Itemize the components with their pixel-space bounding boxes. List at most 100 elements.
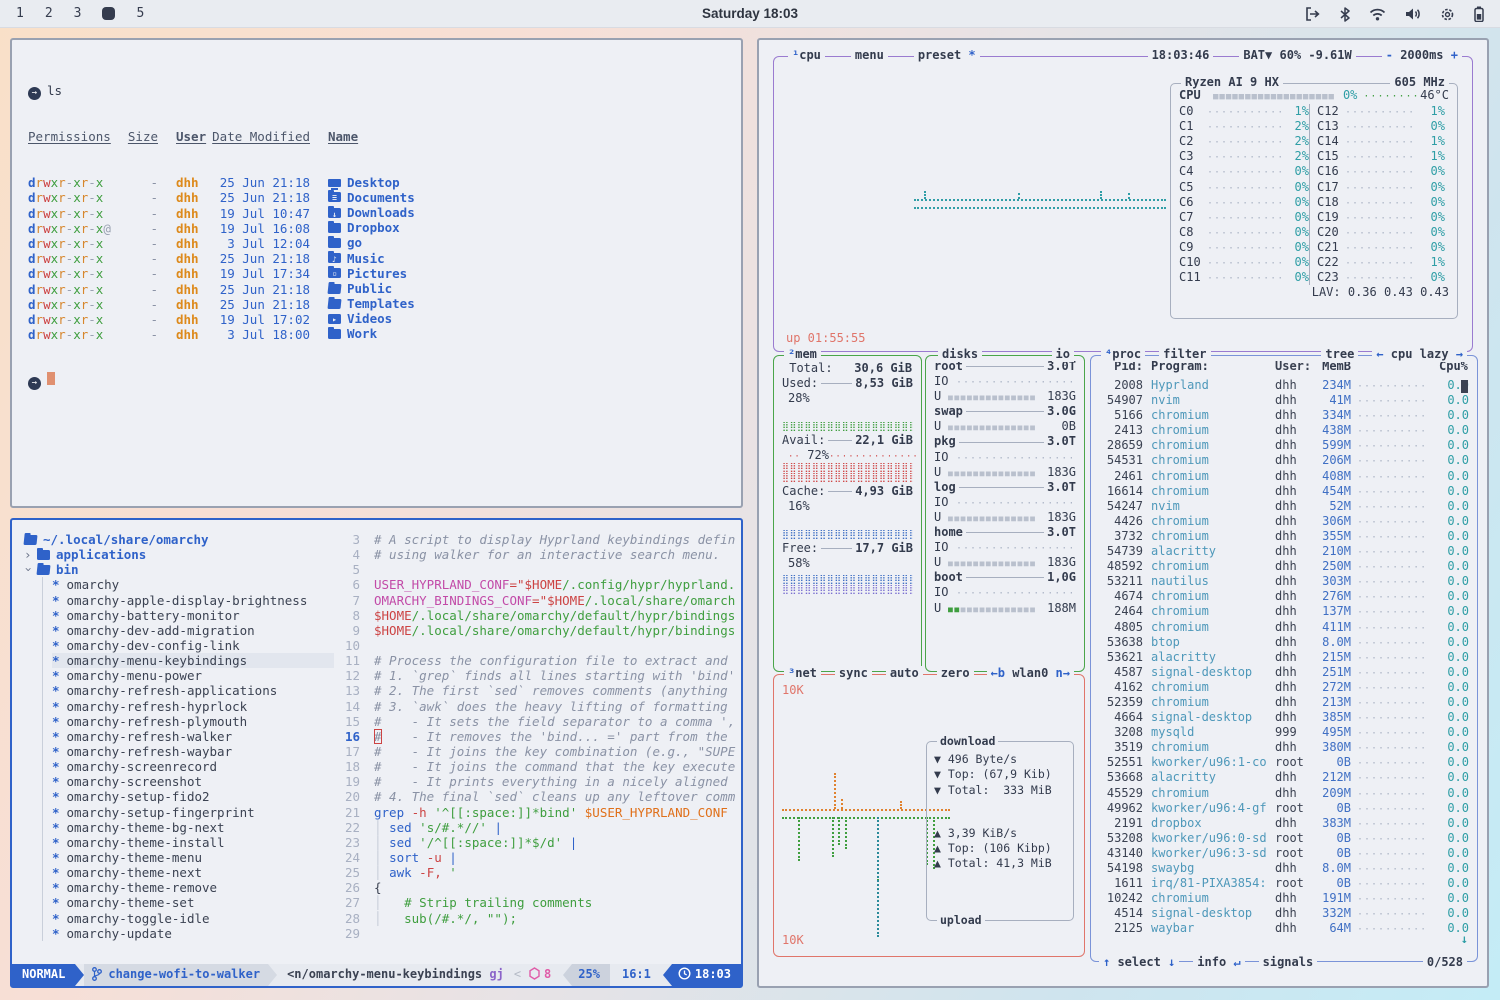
process-row[interactable]: 4162chromiumdhh272M··········0.0 bbox=[1099, 680, 1469, 695]
process-row[interactable]: 2008Hyprlanddhh234M··········0.0 bbox=[1099, 378, 1469, 393]
tree-file-omarchy-toggle-idle[interactable]: *omarchy-toggle-idle bbox=[52, 911, 334, 926]
panel-tab[interactable]: ¹cpu bbox=[788, 48, 825, 63]
process-row[interactable]: 53208kworker/u96:0-sdroot0B··········0.0 bbox=[1099, 831, 1469, 846]
cpu-panel-tabs[interactable]: ¹cpu menu preset * bbox=[788, 48, 980, 63]
panel-tab[interactable]: menu bbox=[851, 48, 888, 63]
process-row[interactable]: 52359chromiumdhh213M··········0.0 bbox=[1099, 695, 1469, 710]
process-row[interactable]: 4664signal-desktopdhh385M··········0.0 bbox=[1099, 710, 1469, 725]
process-row[interactable]: 48592chromiumdhh250M··········0.0 bbox=[1099, 559, 1469, 574]
wifi-icon[interactable] bbox=[1369, 8, 1386, 21]
process-row[interactable]: 2461chromiumdhh408M··········0.0 bbox=[1099, 469, 1469, 484]
tree-file-omarchy-theme-bg-next[interactable]: *omarchy-theme-bg-next bbox=[52, 820, 334, 835]
process-row[interactable]: 54531chromiumdhh206M··········0.0 bbox=[1099, 453, 1469, 468]
process-row[interactable]: 53211nautilusdhh303M··········0.0 bbox=[1099, 574, 1469, 589]
tree-dir-applications[interactable]: ›applications bbox=[24, 547, 334, 562]
tree-file-omarchy-refresh-applications[interactable]: *omarchy-refresh-applications bbox=[52, 683, 334, 698]
battery-icon[interactable] bbox=[1474, 6, 1484, 22]
tree-file-omarchy-battery-monitor[interactable]: *omarchy-battery-monitor bbox=[52, 608, 334, 623]
panel-tab[interactable]: zero bbox=[937, 666, 974, 681]
panel-tab[interactable]: filter bbox=[1159, 347, 1210, 362]
panel-tab[interactable]: sync bbox=[835, 666, 872, 681]
process-row[interactable]: 49962kworker/u96:4-gfroot0B··········0.0 bbox=[1099, 801, 1469, 816]
proc-sort-tabs[interactable]: tree ← cpu lazy → bbox=[1321, 347, 1467, 362]
terminal-window-ls[interactable]: → ls Permissions Size User Date Modified… bbox=[10, 38, 743, 508]
proc-footer-actions[interactable]: ↑ select ↓info ↵signals bbox=[1099, 955, 1317, 970]
process-row[interactable]: 54198swaybgdhh8.0M··········0.0 bbox=[1099, 861, 1469, 876]
tree-file-omarchy-theme-next[interactable]: *omarchy-theme-next bbox=[52, 865, 334, 880]
volume-icon[interactable] bbox=[1405, 7, 1421, 21]
disks-panel-tab[interactable]: disks bbox=[938, 347, 982, 362]
tree-file-omarchy-screenrecord[interactable]: *omarchy-screenrecord bbox=[52, 759, 334, 774]
tree-file-omarchy-refresh-waybar[interactable]: *omarchy-refresh-waybar bbox=[52, 744, 334, 759]
tree-file-omarchy[interactable]: *omarchy bbox=[52, 577, 334, 592]
process-row[interactable]: 1611irq/81-PIXA3854:root0B··········0.0 bbox=[1099, 876, 1469, 891]
tree-file-omarchy-setup-fingerprint[interactable]: *omarchy-setup-fingerprint bbox=[52, 805, 334, 820]
tree-file-omarchy-dev-add-migration[interactable]: *omarchy-dev-add-migration bbox=[52, 623, 334, 638]
mem-panel-tabs[interactable]: ²mem bbox=[784, 347, 821, 362]
panel-tab[interactable]: ⁴proc bbox=[1101, 347, 1145, 362]
net-panel-tabs[interactable]: ³net sync auto zero bbox=[784, 666, 974, 681]
panel-tab[interactable]: ²mem bbox=[784, 347, 821, 362]
panel-tab[interactable]: io bbox=[1052, 347, 1074, 362]
process-row[interactable]: 52551kworker/u96:1-coroot0B··········0.0 bbox=[1099, 755, 1469, 770]
process-row[interactable]: 2125waybardhh64M··········0.0 bbox=[1099, 921, 1469, 936]
process-row[interactable]: 10242chromiumdhh191M··········0.0 bbox=[1099, 891, 1469, 906]
system-monitor-window-btop[interactable]: ¹cpu menu preset * 18:03:46 BAT▼ 60% -9.61W… bbox=[757, 38, 1489, 988]
net-interface-tabs[interactable]: ←b wlan0 n→ bbox=[987, 666, 1075, 681]
panel-tab[interactable]: ← cpu lazy → bbox=[1372, 347, 1467, 362]
tree-file-omarchy-setup-fido2[interactable]: *omarchy-setup-fido2 bbox=[52, 789, 334, 804]
editor-window-nvim[interactable]: ~/.local/share/omarchy ›applications›bin… bbox=[10, 518, 743, 988]
cpu-panel-status[interactable]: 18:03:46BAT▼ 60% -9.61W- 2000ms + bbox=[1148, 48, 1462, 63]
panel-tab[interactable]: info ↵ bbox=[1193, 955, 1244, 970]
process-row[interactable]: 54247nvimdhh52M··········0.0 bbox=[1099, 499, 1469, 514]
process-row[interactable]: 2191dropboxdhh383M··········0.0 bbox=[1099, 816, 1469, 831]
proc-scrollbar[interactable] bbox=[1461, 380, 1468, 393]
process-row[interactable]: 4587signal-desktopdhh251M··········0.0 bbox=[1099, 665, 1469, 680]
settings-icon[interactable] bbox=[1440, 7, 1455, 22]
tree-dir-bin[interactable]: ›bin bbox=[24, 562, 334, 577]
tree-file-omarchy-dev-config-link[interactable]: *omarchy-dev-config-link bbox=[52, 638, 334, 653]
process-row[interactable]: 3732chromiumdhh355M··········0.0 bbox=[1099, 529, 1469, 544]
process-row[interactable]: 3519chromiumdhh380M··········0.0 bbox=[1099, 740, 1469, 755]
process-row[interactable]: 54739alacrittydhh210M··········0.0 bbox=[1099, 544, 1469, 559]
process-row[interactable]: 43140kworker/u96:3-sdroot0B··········0.0 bbox=[1099, 846, 1469, 861]
process-row[interactable]: 53668alacrittydhh212M··········0.0 bbox=[1099, 770, 1469, 785]
process-row[interactable]: 4426chromiumdhh306M··········0.0 bbox=[1099, 514, 1469, 529]
panel-tab[interactable]: auto bbox=[886, 666, 923, 681]
process-row[interactable]: 16614chromiumdhh454M··········0.0 bbox=[1099, 484, 1469, 499]
panel-tab[interactable]: tree bbox=[1321, 347, 1358, 362]
panel-tab[interactable]: ←b wlan0 n→ bbox=[987, 666, 1075, 681]
process-row[interactable]: 2464chromiumdhh137M··········0.0 bbox=[1099, 604, 1469, 619]
process-row[interactable]: 28659chromiumdhh599M··········0.0 bbox=[1099, 438, 1469, 453]
panel-tab[interactable]: preset * bbox=[914, 48, 980, 63]
panel-tab[interactable]: ³net bbox=[784, 666, 821, 681]
tree-file-omarchy-theme-set[interactable]: *omarchy-theme-set bbox=[52, 895, 334, 910]
logout-icon[interactable] bbox=[1305, 7, 1321, 21]
tree-file-omarchy-theme-install[interactable]: *omarchy-theme-install bbox=[52, 835, 334, 850]
tree-file-omarchy-menu-keybindings[interactable]: *omarchy-menu-keybindings bbox=[52, 653, 334, 668]
disks-io-toggle[interactable]: io bbox=[1052, 347, 1074, 362]
panel-tab[interactable]: 18:03:46 bbox=[1148, 48, 1214, 63]
process-row[interactable]: 54907nvimdhh41M··········0.0 bbox=[1099, 393, 1469, 408]
process-row[interactable]: 5166chromiumdhh334M··········0.0 bbox=[1099, 408, 1469, 423]
tree-file-omarchy-theme-menu[interactable]: *omarchy-theme-menu bbox=[52, 850, 334, 865]
tree-file-omarchy-theme-remove[interactable]: *omarchy-theme-remove bbox=[52, 880, 334, 895]
proc-panel-tabs[interactable]: ⁴proc filter bbox=[1101, 347, 1211, 362]
process-row[interactable]: 4674chromiumdhh276M··········0.0 bbox=[1099, 589, 1469, 604]
panel-tab[interactable]: ↑ select ↓ bbox=[1099, 955, 1179, 970]
panel-tab[interactable]: disks bbox=[938, 347, 982, 362]
process-row[interactable]: 53638btopdhh8.0M··········0.0 bbox=[1099, 635, 1469, 650]
tree-file-omarchy-update[interactable]: *omarchy-update bbox=[52, 926, 334, 941]
process-row[interactable]: 53621alacrittydhh215M··········0.0 bbox=[1099, 650, 1469, 665]
bluetooth-icon[interactable] bbox=[1340, 7, 1350, 22]
tree-file-omarchy-refresh-hyprlock[interactable]: *omarchy-refresh-hyprlock bbox=[52, 699, 334, 714]
panel-tab[interactable]: BAT▼ 60% -9.61W bbox=[1239, 48, 1355, 63]
process-row[interactable]: 4514signal-desktopdhh332M··········0.0 bbox=[1099, 906, 1469, 921]
tree-file-omarchy-apple-display-brightness[interactable]: *omarchy-apple-display-brightness bbox=[52, 593, 334, 608]
process-row[interactable]: 2413chromiumdhh438M··········0.0 bbox=[1099, 423, 1469, 438]
tree-file-omarchy-refresh-walker[interactable]: *omarchy-refresh-walker bbox=[52, 729, 334, 744]
tree-file-omarchy-refresh-plymouth[interactable]: *omarchy-refresh-plymouth bbox=[52, 714, 334, 729]
process-row[interactable]: 3208mysqld999495M··········0.0 bbox=[1099, 725, 1469, 740]
process-row[interactable]: 4805chromiumdhh411M··········0.0 bbox=[1099, 620, 1469, 635]
tree-file-omarchy-screenshot[interactable]: *omarchy-screenshot bbox=[52, 774, 334, 789]
